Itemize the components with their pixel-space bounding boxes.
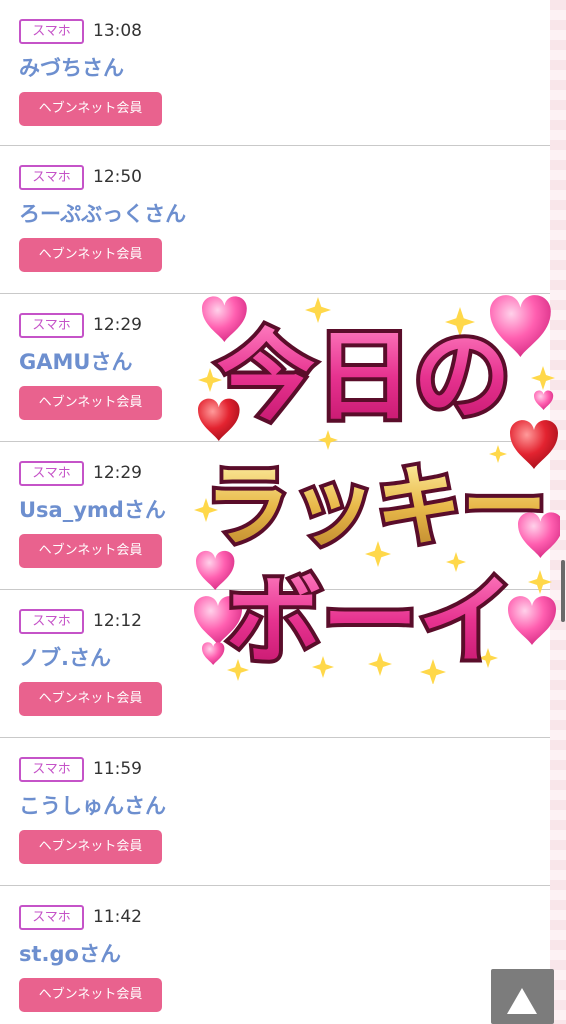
list-item[interactable]: スマホ 12:50 ろーぷぶっくさん ヘブンネット会員 bbox=[0, 146, 550, 294]
triangle-up-icon bbox=[507, 988, 537, 1014]
device-badge: スマホ bbox=[19, 756, 84, 782]
list-item[interactable]: スマホ 11:59 こうしゅんさん ヘブンネット会員 bbox=[0, 738, 550, 886]
visit-meta: スマホ 11:42 bbox=[19, 904, 550, 930]
visitor-name-link[interactable]: st.goさん bbox=[19, 940, 550, 968]
visit-time: 12:50 bbox=[93, 167, 142, 187]
device-badge: スマホ bbox=[19, 18, 84, 44]
scrollbar-thumb[interactable] bbox=[561, 560, 565, 622]
sticker-line-2: ラッキー bbox=[205, 455, 547, 558]
visit-time: 12:29 bbox=[93, 463, 142, 483]
visit-meta: スマホ 11:59 bbox=[19, 756, 550, 782]
list-item[interactable]: スマホ 11:42 st.goさん ヘブンネット会員 bbox=[0, 886, 550, 1024]
sticker-line-3: ボーイ bbox=[226, 565, 514, 677]
device-badge: スマホ bbox=[19, 608, 84, 634]
visit-time: 11:42 bbox=[93, 907, 142, 927]
device-badge: スマホ bbox=[19, 904, 84, 930]
visit-meta: スマホ 13:08 bbox=[19, 18, 550, 44]
visit-time: 12:29 bbox=[93, 315, 142, 335]
member-badge-button[interactable]: ヘブンネット会員 bbox=[19, 238, 162, 272]
visitor-name-link[interactable]: ろーぷぶっくさん bbox=[19, 200, 550, 228]
visit-meta: スマホ 12:50 bbox=[19, 164, 550, 190]
visitor-name-link[interactable]: こうしゅんさん bbox=[19, 792, 550, 820]
member-badge-button[interactable]: ヘブンネット会員 bbox=[19, 534, 162, 568]
member-badge-button[interactable]: ヘブンネット会員 bbox=[19, 978, 162, 1012]
device-badge: スマホ bbox=[19, 460, 84, 486]
lucky-boy-sticker: 今日の ラッキー ボーイ bbox=[188, 292, 560, 684]
sticker-line-1: 今日の bbox=[217, 320, 511, 434]
back-to-top-button[interactable] bbox=[491, 969, 554, 1024]
visit-time: 11:59 bbox=[93, 759, 142, 779]
member-badge-button[interactable]: ヘブンネット会員 bbox=[19, 830, 162, 864]
member-badge-button[interactable]: ヘブンネット会員 bbox=[19, 682, 162, 716]
device-badge: スマホ bbox=[19, 312, 84, 338]
visitor-history-page: スマホ 13:08 みづちさん ヘブンネット会員 スマホ 12:50 ろーぷぶっ… bbox=[0, 0, 566, 1024]
member-badge-button[interactable]: ヘブンネット会員 bbox=[19, 92, 162, 126]
visitor-name-link[interactable]: みづちさん bbox=[19, 54, 550, 82]
visit-time: 13:08 bbox=[93, 21, 142, 41]
list-item[interactable]: スマホ 13:08 みづちさん ヘブンネット会員 bbox=[0, 0, 550, 146]
member-badge-button[interactable]: ヘブンネット会員 bbox=[19, 386, 162, 420]
visit-time: 12:12 bbox=[93, 611, 142, 631]
device-badge: スマホ bbox=[19, 164, 84, 190]
